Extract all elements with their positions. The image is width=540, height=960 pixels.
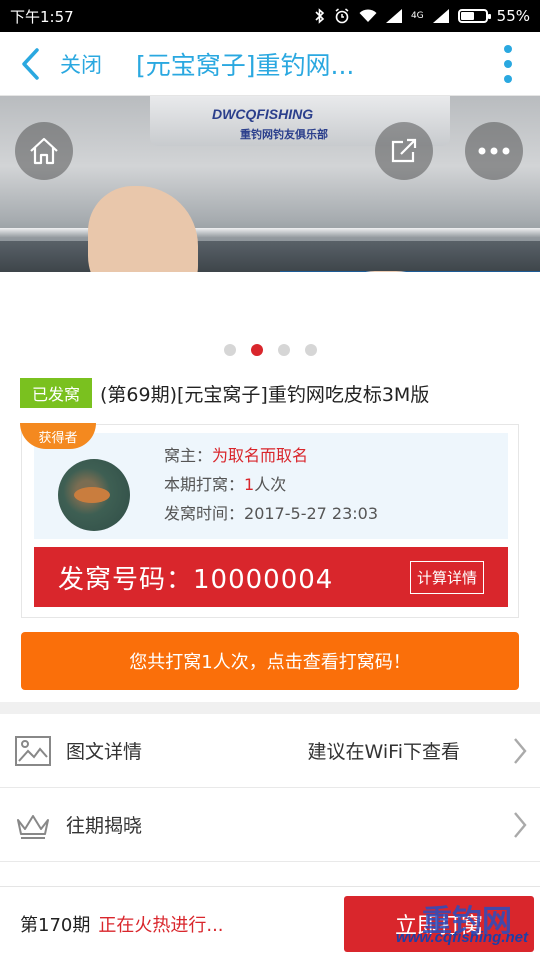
winning-code-bar: 发窝号码：10000004 计算详情 [34,547,508,607]
image-icon [0,714,66,788]
watermark-logo: 重钓网 [422,904,512,939]
row-label: 图文详情 [66,741,143,763]
owner-name[interactable]: 为取名而取名 [212,446,308,465]
carousel-indicators [0,344,540,356]
crown-icon [0,788,66,862]
alarm-icon [334,8,350,24]
winning-code: 发窝号码：10000004 [58,564,334,595]
chevron-right-icon [500,737,540,765]
hero-banner[interactable]: DWCQFISHING 重钓网钓友俱乐部 [0,96,540,272]
period-label: 本期打窝： [164,475,245,494]
carousel-dot[interactable] [304,344,317,356]
banner-plate-subtext: 重钓网钓友俱乐部 [240,128,328,141]
banner-chrome-strip [0,228,540,238]
app-screen: 下午1:57 4G 55% 关闭 [元宝窝子]重钓网... DWCQFISHIN… [0,0,540,960]
winner-details: 窝主：为取名而取名 本期打窝：1人次 发窝时间：2017-5-27 23:03 [164,441,378,528]
share-icon [391,138,417,163]
carousel-dot[interactable] [277,344,290,356]
owner-line: 窝主：为取名而取名 [164,441,378,470]
time-line: 发窝时间：2017-5-27 23:03 [164,499,378,528]
more-menu-button[interactable] [476,32,540,96]
product-heading: 已发窝 (第69期)[元宝窝子]重钓网吃皮标3M版 [20,378,429,408]
product-title: (第69期)[元宝窝子]重钓网吃皮标3M版 [100,383,430,406]
more-options-button[interactable] [465,122,523,180]
owner-label: 窝主： [164,446,213,465]
wifi-icon [359,8,377,24]
avatar[interactable] [58,459,130,531]
status-badge: 已发窝 [20,378,93,408]
time-label: 发窝时间： [164,504,245,523]
current-period: 第170期 [20,914,91,936]
carousel-dot[interactable] [250,344,263,356]
chevron-left-icon [22,47,39,80]
home-icon [30,137,58,165]
signal-icon-2 [432,8,449,24]
hot-status-link[interactable]: 正在火热进行... [98,911,344,937]
row-graphic-details[interactable]: 图文详情 建议在WiFi下查看 [0,714,540,788]
battery-percent: 55% [496,7,530,25]
time-value: 2017-5-27 23:03 [244,504,379,523]
carousel-dot[interactable] [223,344,236,356]
share-button[interactable] [375,122,433,180]
banner-bumper [0,241,540,272]
signal-icon [385,8,402,24]
back-button[interactable] [0,32,60,96]
view-my-codes-button[interactable]: 您共打窝1人次，点击查看打窝码！ [21,632,519,690]
section-divider [0,702,540,714]
period-unit: 人次 [254,475,287,494]
status-icons: 4G 55% [315,7,530,25]
home-button[interactable] [15,122,73,180]
nav-bar: 关闭 [元宝窝子]重钓网... [0,32,540,96]
banner-plate-text: DWCQFISHING [212,106,314,122]
period-count: 1 [244,475,255,494]
more-horizontal-icon [478,147,510,155]
row-label: 往期揭晓 [66,815,143,837]
period-line: 本期打窝：1人次 [164,470,378,499]
winner-card: 获得者 窝主：为取名而取名 本期打窝：1人次 发窝时间：2017-5-27 23… [20,423,519,618]
page-title: [元宝窝子]重钓网... [136,50,355,80]
chevron-right-icon [500,811,540,839]
banner-hand-left [88,186,198,272]
status-time: 下午1:57 [10,7,74,26]
row-hint: 建议在WiFi下查看 [307,741,460,763]
status-bar: 下午1:57 4G 55% [0,0,540,32]
close-button[interactable]: 关闭 [60,49,102,79]
calc-details-button[interactable]: 计算详情 [409,560,484,594]
more-vertical-icon [504,44,512,83]
battery-icon [457,9,491,23]
network-type: 4G [410,11,424,21]
avatar-duck [74,487,110,503]
row-past-results[interactable]: 往期揭晓 [0,788,540,862]
bluetooth-icon [315,8,325,24]
